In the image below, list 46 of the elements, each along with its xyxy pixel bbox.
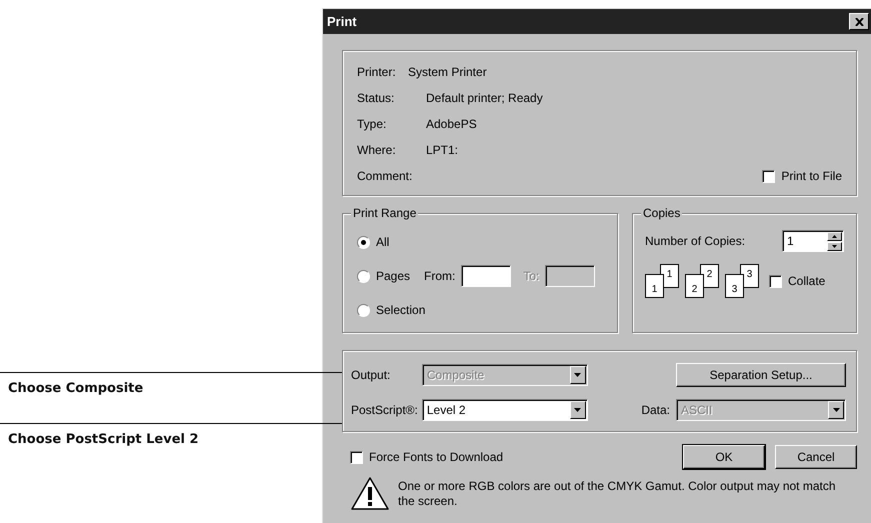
- close-icon: [854, 18, 864, 26]
- radio-button[interactable]: [357, 304, 370, 316]
- window-title: Print: [327, 14, 357, 29]
- radio-button[interactable]: [357, 270, 370, 282]
- radio-button[interactable]: [357, 236, 370, 248]
- checkbox[interactable]: [350, 450, 363, 464]
- to-label: To:: [523, 269, 540, 283]
- info-value: System Printer: [408, 65, 487, 79]
- from-field[interactable]: [461, 265, 512, 287]
- postscript-dropdown[interactable]: Level 2: [422, 399, 588, 421]
- callout-text: Choose PostScript Level 2: [7, 431, 200, 447]
- checkbox-label: Collate: [788, 274, 826, 288]
- from-label: From:: [424, 269, 456, 283]
- group-title: Copies: [641, 206, 682, 220]
- radio-label: Selection: [376, 303, 426, 317]
- info-label: Type:: [357, 117, 388, 131]
- info-value: Default printer; Ready: [426, 91, 543, 105]
- radio-label: Pages: [376, 269, 410, 283]
- info-value: LPT1:: [426, 143, 458, 157]
- data-label: Data:: [641, 403, 670, 417]
- info-label: Where:: [357, 143, 397, 157]
- dialog-button[interactable]: Cancel: [775, 445, 857, 469]
- separation-setup-button[interactable]: Separation Setup...: [676, 363, 846, 387]
- warning-message: One or more RGB colors are out of the CMYK Gamut. Color output may not match the screen.: [398, 479, 837, 509]
- info-value: AdobePS: [426, 117, 477, 131]
- dialog-button[interactable]: OK: [683, 445, 765, 469]
- copies-label: Number of Copies:: [645, 234, 746, 248]
- to-field[interactable]: [545, 265, 596, 287]
- output-label: Output:: [351, 368, 392, 382]
- info-label: Comment:: [357, 169, 414, 183]
- info-label: Printer:: [357, 65, 397, 79]
- info-label: Status:: [357, 91, 396, 105]
- spin-down-icon[interactable]: [827, 242, 842, 250]
- checkbox[interactable]: [769, 274, 782, 288]
- checkbox-label: Force Fonts to Download: [369, 450, 504, 464]
- checkbox[interactable]: [762, 170, 776, 182]
- close-button[interactable]: [849, 13, 869, 30]
- collate-pages-drawing: 1 1 2 2 3 3: [645, 264, 759, 298]
- checkbox-label: Print to File: [781, 169, 842, 183]
- postscript-label: PostScript®:: [351, 403, 418, 417]
- group-title: Print Range: [351, 206, 418, 220]
- warning-icon: [350, 476, 390, 512]
- spin-up-icon[interactable]: [827, 232, 842, 240]
- callout-text: Choose Composite: [7, 380, 144, 396]
- radio-label: All: [376, 235, 390, 249]
- copies-spinner[interactable]: 1: [782, 230, 844, 252]
